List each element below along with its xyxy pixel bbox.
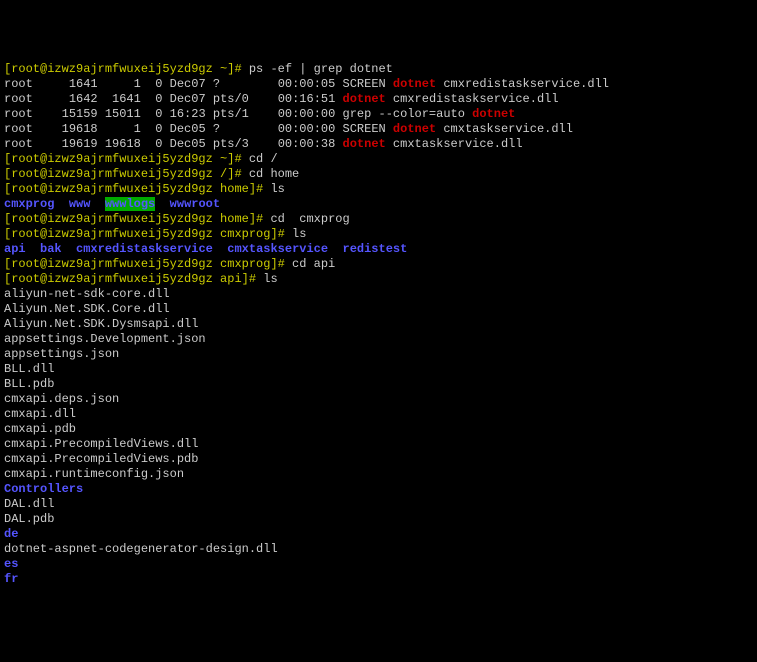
dir-item: api <box>4 242 26 256</box>
shell-prompt: [root@izwz9ajrmfwuxeij5yzd9gz home]# <box>4 212 270 226</box>
shell-prompt: [root@izwz9ajrmfwuxeij5yzd9gz cmxprog]# <box>4 257 292 271</box>
ps-row: root 19618 1 0 Dec05 ? 00:00:00 SCREEN d… <box>4 122 753 137</box>
ls-output: cmxprog www wwwlogs wwwroot <box>4 197 753 212</box>
file-item: Aliyun.Net.SDK.Dysmsapi.dll <box>4 317 753 332</box>
file-item: cmxapi.deps.json <box>4 392 753 407</box>
command-text: cd / <box>249 152 278 166</box>
dir-item-highlighted: wwwlogs <box>105 197 155 211</box>
command-text: cd cmxprog <box>270 212 349 226</box>
grep-match: dotnet <box>343 137 386 151</box>
command-text: ps -ef | grep dotnet <box>249 62 393 76</box>
shell-prompt: [root@izwz9ajrmfwuxeij5yzd9gz ~]# <box>4 152 249 166</box>
terminal-output[interactable]: [root@izwz9ajrmfwuxeij5yzd9gz ~]# ps -ef… <box>4 62 753 587</box>
file-item: BLL.dll <box>4 362 753 377</box>
shell-prompt: [root@izwz9ajrmfwuxeij5yzd9gz cmxprog]# <box>4 227 292 241</box>
file-item: appsettings.json <box>4 347 753 362</box>
shell-prompt: [root@izwz9ajrmfwuxeij5yzd9gz home]# <box>4 182 270 196</box>
dir-item: Controllers <box>4 482 753 497</box>
grep-match: dotnet <box>393 77 436 91</box>
file-item: cmxapi.pdb <box>4 422 753 437</box>
dir-item: es <box>4 557 753 572</box>
dir-item: de <box>4 527 753 542</box>
grep-match: dotnet <box>472 107 515 121</box>
shell-prompt: [root@izwz9ajrmfwuxeij5yzd9gz api]# <box>4 272 263 286</box>
dir-item: cmxtaskservice <box>227 242 328 256</box>
cmd-line: [root@izwz9ajrmfwuxeij5yzd9gz home]# cd … <box>4 212 753 227</box>
grep-match: dotnet <box>393 122 436 136</box>
file-item: appsettings.Development.json <box>4 332 753 347</box>
cmd-line: [root@izwz9ajrmfwuxeij5yzd9gz ~]# cd / <box>4 152 753 167</box>
dir-item: cmxprog <box>4 197 54 211</box>
dir-item: bak <box>40 242 62 256</box>
dir-item: cmxredistaskservice <box>76 242 213 256</box>
command-text: ls <box>270 182 284 196</box>
ps-row: root 1642 1641 0 Dec07 pts/0 00:16:51 do… <box>4 92 753 107</box>
command-text: ls <box>292 227 306 241</box>
cmd-line: [root@izwz9ajrmfwuxeij5yzd9gz ~]# ps -ef… <box>4 62 753 77</box>
command-text: cd api <box>292 257 335 271</box>
shell-prompt: [root@izwz9ajrmfwuxeij5yzd9gz ~]# <box>4 62 249 76</box>
file-item: cmxapi.PrecompiledViews.dll <box>4 437 753 452</box>
file-item: dotnet-aspnet-codegenerator-design.dll <box>4 542 753 557</box>
cmd-line: [root@izwz9ajrmfwuxeij5yzd9gz cmxprog]# … <box>4 227 753 242</box>
dir-item: wwwroot <box>170 197 220 211</box>
command-text: ls <box>263 272 277 286</box>
ps-row: root 15159 15011 0 16:23 pts/1 00:00:00 … <box>4 107 753 122</box>
file-item: aliyun-net-sdk-core.dll <box>4 287 753 302</box>
file-item: cmxapi.dll <box>4 407 753 422</box>
file-item: BLL.pdb <box>4 377 753 392</box>
cmd-line: [root@izwz9ajrmfwuxeij5yzd9gz cmxprog]# … <box>4 257 753 272</box>
file-item: DAL.dll <box>4 497 753 512</box>
file-item: Aliyun.Net.SDK.Core.dll <box>4 302 753 317</box>
cmd-line: [root@izwz9ajrmfwuxeij5yzd9gz api]# ls <box>4 272 753 287</box>
file-item: cmxapi.PrecompiledViews.pdb <box>4 452 753 467</box>
dir-item: redistest <box>343 242 408 256</box>
file-item: cmxapi.runtimeconfig.json <box>4 467 753 482</box>
shell-prompt: [root@izwz9ajrmfwuxeij5yzd9gz /]# <box>4 167 249 181</box>
dir-item: fr <box>4 572 753 587</box>
ps-row: root 1641 1 0 Dec07 ? 00:00:05 SCREEN do… <box>4 77 753 92</box>
command-text: cd home <box>249 167 299 181</box>
cmd-line: [root@izwz9ajrmfwuxeij5yzd9gz /]# cd hom… <box>4 167 753 182</box>
dir-item: www <box>69 197 91 211</box>
ls-output: api bak cmxredistaskservice cmxtaskservi… <box>4 242 753 257</box>
cmd-line: [root@izwz9ajrmfwuxeij5yzd9gz home]# ls <box>4 182 753 197</box>
grep-match: dotnet <box>343 92 386 106</box>
ps-row: root 19619 19618 0 Dec05 pts/3 00:00:38 … <box>4 137 753 152</box>
